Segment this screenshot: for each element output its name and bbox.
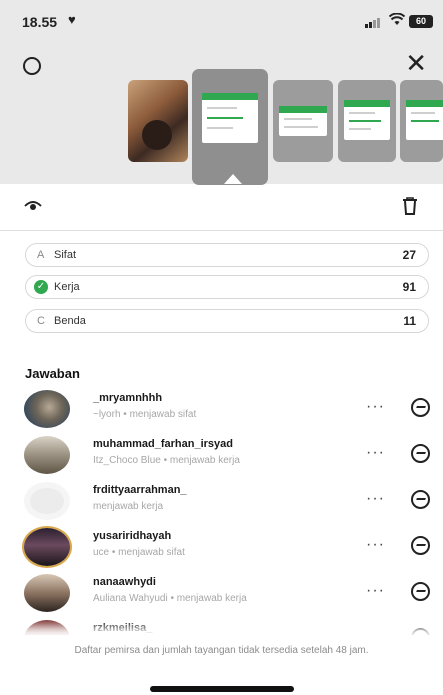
- story-thumbnail-selected[interactable]: [192, 69, 268, 185]
- answer-username[interactable]: _mryamnhhh: [93, 392, 162, 404]
- home-indicator[interactable]: [150, 686, 294, 692]
- avatar[interactable]: [24, 528, 70, 566]
- messenger-icon[interactable]: [411, 398, 430, 417]
- answer-username[interactable]: frdittyaarrahman_: [93, 484, 187, 496]
- selected-indicator: [224, 174, 242, 184]
- status-bar: 18.55 ♥ 60: [0, 0, 443, 44]
- story-thumbnail[interactable]: [338, 80, 396, 162]
- more-icon[interactable]: ···: [366, 582, 385, 600]
- poll-sticker: [202, 93, 258, 143]
- coffee-cup-image: [142, 120, 172, 150]
- messenger-icon[interactable]: [411, 536, 430, 555]
- poll-sticker: [344, 100, 390, 140]
- answer-row[interactable]: frdittyaarrahman_ menjawab kerja ···: [0, 480, 443, 524]
- answers-title: Jawaban: [25, 366, 80, 381]
- eye-icon[interactable]: [24, 198, 42, 210]
- poll-option-b[interactable]: ✓ Kerja 91: [25, 275, 429, 299]
- answer-username[interactable]: yusariridhayah: [93, 530, 171, 542]
- option-label: Sifat: [54, 249, 77, 261]
- avatar[interactable]: [24, 574, 70, 612]
- messenger-icon[interactable]: [411, 582, 430, 601]
- answer-username[interactable]: nanaawhydi: [93, 576, 156, 588]
- answer-row[interactable]: muhammad_farhan_irsyad Itz_Choco Blue • …: [0, 434, 443, 478]
- option-letter: C: [37, 315, 45, 327]
- battery-icon: 60: [409, 15, 433, 28]
- more-icon[interactable]: ···: [366, 490, 385, 508]
- footer-note: Daftar pemirsa dan jumlah tayangan tidak…: [74, 645, 369, 656]
- more-icon[interactable]: ···: [366, 444, 385, 462]
- poll-option-a[interactable]: A Sifat 27: [25, 243, 429, 267]
- messenger-icon[interactable]: [411, 444, 430, 463]
- messenger-icon[interactable]: [411, 490, 430, 509]
- divider: [0, 230, 443, 231]
- trash-icon[interactable]: [402, 196, 418, 215]
- avatar[interactable]: [24, 390, 70, 428]
- answer-subtitle: uce • menjawab sifat: [93, 547, 185, 558]
- answer-subtitle: menjawab kerja: [93, 501, 164, 512]
- answer-username[interactable]: muhammad_farhan_irsyad: [93, 438, 233, 450]
- answer-subtitle: Auliana Wahyudi • menjawab kerja: [93, 593, 247, 604]
- avatar-default[interactable]: [24, 482, 70, 520]
- answer-row[interactable]: _mryamnhhh ~lyorh • menjawab sifat ···: [0, 388, 443, 432]
- more-icon[interactable]: ···: [366, 398, 385, 416]
- answer-row[interactable]: nanaawhydi Auliana Wahyudi • menjawab ke…: [0, 572, 443, 616]
- more-icon[interactable]: ···: [366, 536, 385, 554]
- option-letter: A: [37, 249, 45, 261]
- poll-option-c[interactable]: C Benda 11: [25, 309, 429, 333]
- story-thumbnail-photo[interactable]: [128, 80, 188, 162]
- poll-sticker: [406, 100, 443, 140]
- answer-subtitle: Itz_Choco Blue • menjawab kerja: [93, 455, 240, 466]
- heart-icon: ♥: [68, 12, 76, 27]
- option-count: 27: [402, 248, 416, 262]
- answer-username[interactable]: rzkmeilisa_: [93, 622, 152, 634]
- answer-row[interactable]: yusariridhayah uce • menjawab sifat ···: [0, 526, 443, 570]
- story-preview-strip: ✕: [0, 44, 443, 185]
- signal-icon: [365, 18, 381, 28]
- avatar[interactable]: [24, 436, 70, 474]
- close-icon[interactable]: ✕: [405, 50, 427, 76]
- check-icon: ✓: [34, 280, 48, 294]
- poll-sticker: [279, 106, 327, 136]
- settings-icon[interactable]: [23, 57, 41, 75]
- option-label: Benda: [54, 315, 86, 327]
- wifi-icon: [388, 12, 406, 29]
- answer-subtitle: ~lyorh • menjawab sifat: [93, 409, 197, 420]
- story-thumbnail[interactable]: [400, 80, 443, 162]
- option-count: 91: [402, 280, 416, 294]
- option-count: 11: [403, 314, 416, 328]
- story-thumbnail[interactable]: [273, 80, 333, 162]
- status-time: 18.55: [22, 14, 58, 30]
- option-label: Kerja: [54, 281, 80, 293]
